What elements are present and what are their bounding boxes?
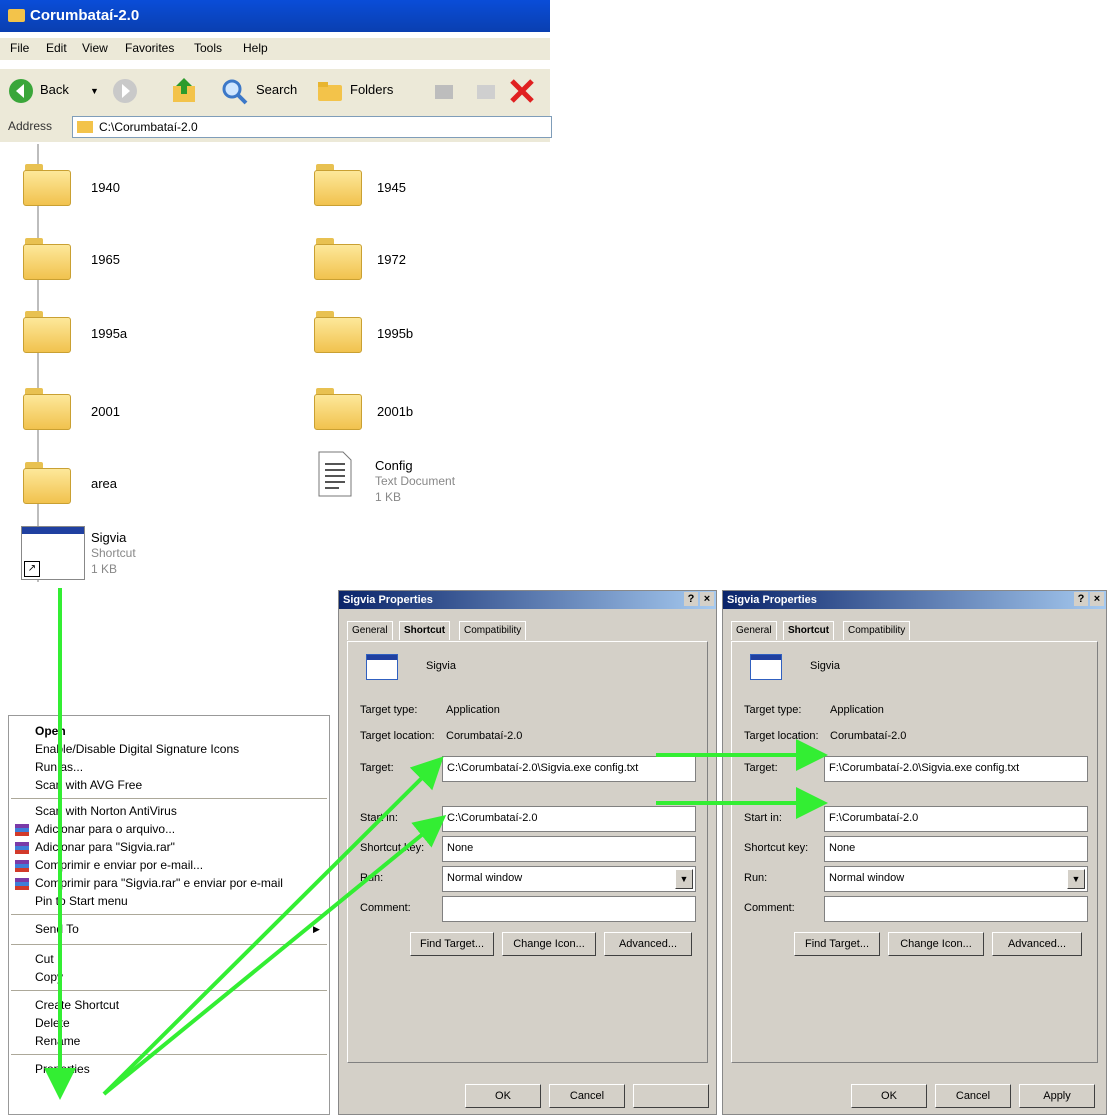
arrow-to-target: [102, 756, 444, 1096]
arrow-to-start-in: [102, 814, 447, 1096]
annotation-arrows: [44, 588, 828, 1100]
